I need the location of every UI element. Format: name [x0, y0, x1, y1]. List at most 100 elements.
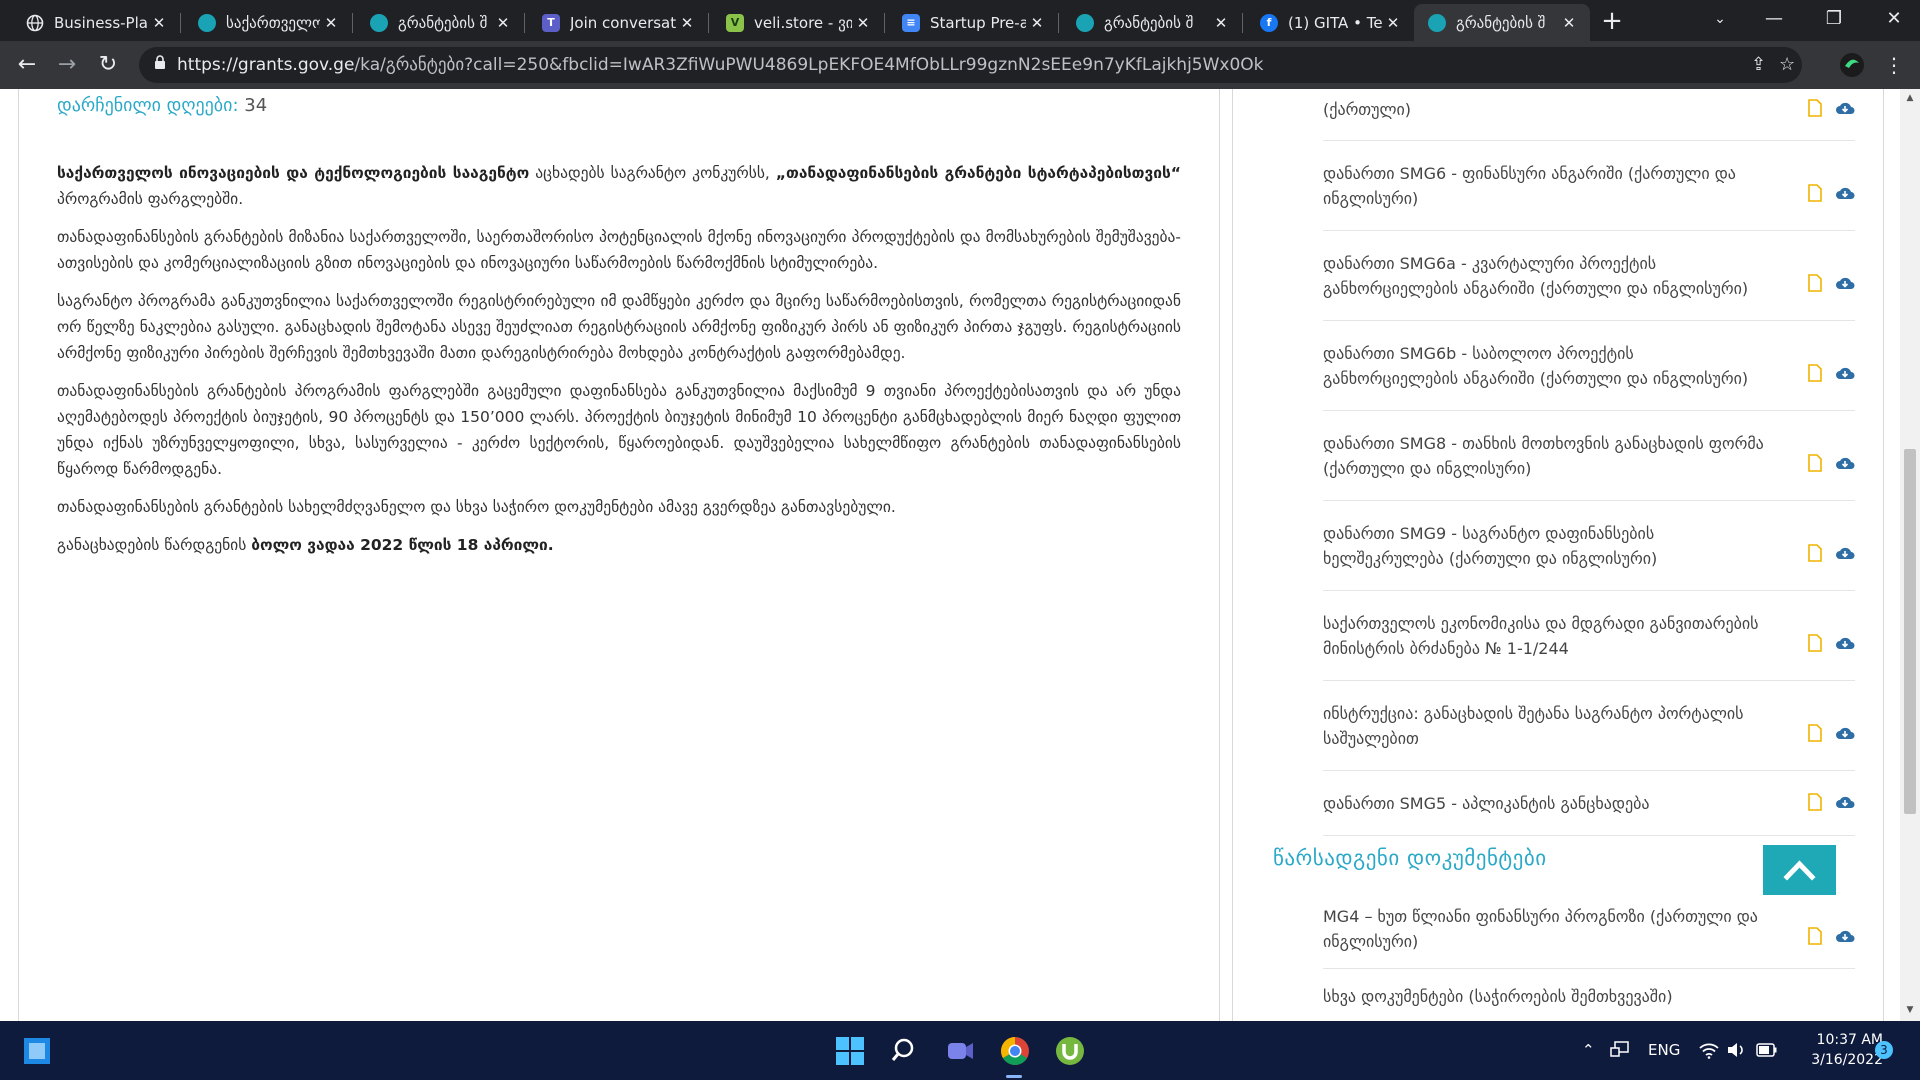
browser-tab[interactable]: T Join conversat ✕ [528, 4, 708, 41]
document-title[interactable]: სხვა დოკუმენტები (საჭიროების შემთხვევაში… [1323, 984, 1773, 1009]
deadline-date: ბოლო ვადაა 2022 წლის 18 აპრილი. [251, 536, 554, 554]
file-icon[interactable] [1808, 274, 1822, 292]
chrome-active-indicator [1006, 1075, 1022, 1078]
search-icon[interactable] [890, 1035, 922, 1067]
document-title[interactable]: დანართი SMG6 - ფინანსური ანგარიში (ქართუ… [1323, 161, 1773, 211]
funding-paragraph: თანადაფინანსების გრანტების პროგრამის ფარ… [57, 382, 1181, 478]
document-item: დანართი SMG9 - საგრანტო დაფინანსების ხელ… [1323, 501, 1855, 591]
share-icon[interactable]: ⇪ [1751, 47, 1766, 83]
minimize-button[interactable]: — [1744, 0, 1804, 41]
scroll-up-arrow-icon[interactable]: ▲ [1904, 93, 1916, 105]
widgets-icon[interactable] [22, 1036, 52, 1066]
browser-tab[interactable]: გრანტების შ ✕ [1062, 4, 1242, 41]
document-title[interactable]: დანართი SMG9 - საგრანტო დაფინანსების ხელ… [1323, 521, 1773, 571]
file-icon[interactable] [1808, 927, 1822, 945]
close-tab-icon[interactable]: ✕ [676, 14, 698, 32]
document-title[interactable]: (ქართული) [1323, 97, 1773, 122]
intro-text: აცხადებს საგრანტო კონკურსს, [535, 164, 770, 182]
tab-title: Business-Plan [54, 13, 148, 32]
document-item: (ქართული) [1323, 89, 1855, 141]
reload-button[interactable]: ↻ [93, 50, 123, 80]
wifi-icon[interactable] [1698, 1041, 1720, 1059]
battery-icon[interactable] [1756, 1043, 1778, 1057]
tab-search-icon[interactable]: ⌄ [1690, 0, 1750, 41]
cloud-download-icon[interactable] [1835, 635, 1855, 651]
file-icon[interactable] [1808, 544, 1822, 562]
file-icon[interactable] [1808, 364, 1822, 382]
browser-tab[interactable]: ≡ Startup Pre-ac ✕ [888, 4, 1058, 41]
document-item: დანართი SMG6b - საბოლოო პროექტის განხორც… [1323, 321, 1855, 411]
browser-tab[interactable]: V veli.store - ვი ✕ [712, 4, 884, 41]
close-tab-icon[interactable]: ✕ [1558, 14, 1580, 32]
scroll-to-top-button[interactable] [1763, 845, 1836, 895]
document-title[interactable]: დანართი SMG5 - აპლიკანტის განცხადება [1323, 791, 1773, 816]
browser-tab[interactable]: Business-Plan ✕ [12, 4, 180, 41]
file-icon[interactable] [1808, 724, 1822, 742]
close-tab-icon[interactable]: ✕ [492, 14, 514, 32]
browser-tab[interactable]: f (1) GITA • Tech ✕ [1246, 4, 1414, 41]
back-button[interactable]: ← [12, 50, 42, 80]
bookmark-star-icon[interactable]: ☆ [1779, 47, 1795, 83]
page-scrollbar[interactable]: ▲ ▼ [1900, 89, 1920, 1021]
close-tab-icon[interactable]: ✕ [1026, 14, 1048, 32]
document-title[interactable]: ინსტრუქცია: განაცხადის შეტანა საგრანტო პ… [1323, 701, 1773, 751]
cloud-download-icon[interactable] [1835, 725, 1855, 741]
file-icon[interactable] [1808, 634, 1822, 652]
close-tab-icon[interactable]: ✕ [1210, 14, 1232, 32]
file-icon[interactable] [1808, 184, 1822, 202]
close-window-button[interactable]: ✕ [1864, 0, 1920, 41]
close-tab-icon[interactable]: ✕ [320, 14, 342, 32]
volume-icon[interactable] [1726, 1041, 1746, 1059]
show-hidden-icons-icon[interactable]: ⌃ [1582, 1021, 1595, 1080]
cloud-download-icon[interactable] [1835, 185, 1855, 201]
file-icon[interactable] [1808, 793, 1822, 811]
utorrent-icon[interactable] [1054, 1035, 1086, 1067]
document-title[interactable]: დანართი SMG6a - კვარტალური პროექტის განხ… [1323, 251, 1773, 301]
browser-tab[interactable]: გრანტების შ ✕ [356, 4, 524, 41]
windows-start-icon[interactable] [834, 1035, 866, 1067]
close-tab-icon[interactable]: ✕ [148, 14, 170, 32]
system-clock[interactable]: 10:37 AM 3/16/2022 [1803, 1030, 1883, 1070]
close-tab-icon[interactable]: ✕ [1382, 14, 1404, 32]
browser-tab-active[interactable]: გრანტების შ ✕ [1414, 4, 1590, 41]
deadline-paragraph: განაცხადების წარდგენის ბოლო ვადაა 2022 წ… [57, 532, 1181, 558]
document-list: (ქართული) დანართი SMG6 - ფინანსური ანგარ… [1323, 89, 1855, 836]
new-tab-button[interactable]: + [1597, 6, 1627, 36]
tab-title: veli.store - ვი [754, 13, 852, 32]
intro-text-end: პროგრამის ფარგლებში. [57, 190, 244, 208]
chrome-icon[interactable] [999, 1035, 1031, 1067]
scroll-down-arrow-icon[interactable]: ▼ [1904, 1005, 1916, 1017]
document-item: დანართი SMG6a - კვარტალური პროექტის განხ… [1323, 231, 1855, 321]
scrollbar-thumb[interactable] [1904, 449, 1916, 814]
maximize-button[interactable]: ❐ [1804, 0, 1864, 41]
submit-document-list: MG4 – ხუთ წლიანი ფინანსური პროგნოზი (ქარ… [1323, 884, 1855, 1021]
cloud-download-icon[interactable] [1835, 100, 1855, 116]
cloud-download-icon[interactable] [1835, 365, 1855, 381]
document-title[interactable]: დანართი SMG8 - თანხის მოთხოვნის განაცხად… [1323, 431, 1773, 481]
forward-button[interactable]: → [52, 50, 82, 80]
cloud-download-icon[interactable] [1835, 794, 1855, 810]
document-title[interactable]: დანართი SMG6b - საბოლოო პროექტის განხორც… [1323, 341, 1773, 391]
browser-tab[interactable]: საქართველო ✕ [184, 4, 352, 41]
tab-title: Join conversat [570, 13, 676, 32]
extension-icon[interactable] [1838, 51, 1866, 79]
document-title[interactable]: MG4 – ხუთ წლიანი ფინანსური პროგნოზი (ქარ… [1323, 904, 1773, 954]
browser-menu-icon[interactable]: ⋮ [1884, 51, 1904, 79]
lock-icon[interactable] [154, 55, 166, 69]
teams-chat-icon[interactable] [944, 1035, 976, 1067]
cloud-download-icon[interactable] [1835, 928, 1855, 944]
cloud-download-icon[interactable] [1835, 455, 1855, 471]
document-title[interactable]: საქართველოს ეკონომიკისა და მდგრადი განვი… [1323, 611, 1773, 661]
veli-icon: V [726, 13, 744, 32]
file-icon[interactable] [1808, 99, 1822, 117]
network-monitor-icon[interactable] [1610, 1041, 1630, 1059]
url-text: https://grants.gov.ge/ka/გრანტები?call=2… [177, 47, 1264, 83]
close-tab-icon[interactable]: ✕ [852, 14, 874, 32]
cloud-download-icon[interactable] [1835, 545, 1855, 561]
web-page: დარჩენილი დღეები: 34 საქართველოს ინოვაცი… [0, 89, 1920, 1021]
address-bar[interactable]: https://grants.gov.ge/ka/გრანტები?call=2… [139, 47, 1802, 83]
file-icon[interactable] [1808, 454, 1822, 472]
notification-badge[interactable]: 3 [1875, 1041, 1893, 1059]
cloud-download-icon[interactable] [1835, 275, 1855, 291]
language-indicator[interactable]: ENG [1648, 1021, 1680, 1080]
